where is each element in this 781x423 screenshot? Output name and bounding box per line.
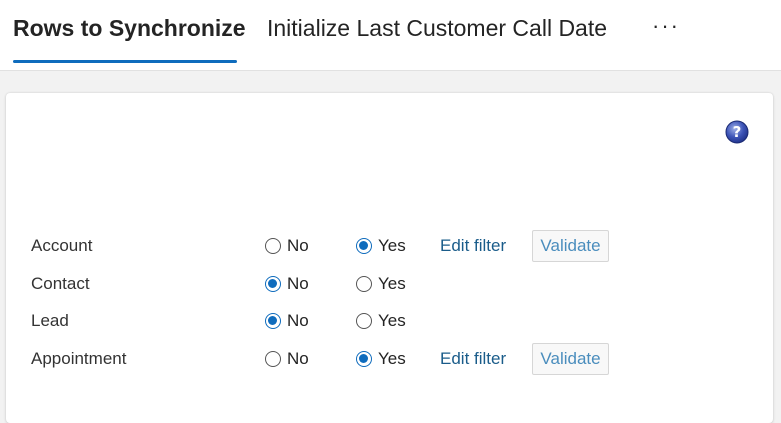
account-validate-button[interactable]: Validate xyxy=(532,230,609,262)
appointment-no-option[interactable]: No xyxy=(265,349,309,369)
account-yes-option[interactable]: Yes xyxy=(356,236,406,256)
appointment-no-label: No xyxy=(287,349,309,368)
appointment-no-radio[interactable] xyxy=(265,351,281,367)
contact-yes-label: Yes xyxy=(378,274,406,293)
contact-yes-option[interactable]: Yes xyxy=(356,274,406,294)
account-yes-radio[interactable] xyxy=(356,238,372,254)
appointment-yes-label: Yes xyxy=(378,349,406,368)
account-no-radio[interactable] xyxy=(265,238,281,254)
row-label-lead: Lead xyxy=(31,311,69,330)
appointment-yes-radio[interactable] xyxy=(356,351,372,367)
account-edit-filter-link[interactable]: Edit filter xyxy=(440,236,506,256)
tab-bar: Rows to Synchronize Initialize Last Cust… xyxy=(0,0,781,71)
appointment-validate-button[interactable]: Validate xyxy=(532,343,609,375)
lead-yes-radio[interactable] xyxy=(356,313,372,329)
row-label-appointment: Appointment xyxy=(31,349,127,368)
contact-no-label: No xyxy=(287,274,309,293)
appointment-yes-option[interactable]: Yes xyxy=(356,349,406,369)
lead-no-option[interactable]: No xyxy=(265,311,309,331)
more-tabs-button[interactable]: ··· xyxy=(646,14,686,44)
contact-no-option[interactable]: No xyxy=(265,274,309,294)
lead-no-label: No xyxy=(287,311,309,330)
contact-yes-radio[interactable] xyxy=(356,276,372,292)
contact-no-radio[interactable] xyxy=(265,276,281,292)
account-no-label: No xyxy=(287,236,309,255)
lead-yes-label: Yes xyxy=(378,311,406,330)
content-card xyxy=(6,93,773,423)
active-tab-indicator xyxy=(13,60,237,63)
lead-no-radio[interactable] xyxy=(265,313,281,329)
help-icon[interactable]: ? xyxy=(725,120,749,144)
svg-text:?: ? xyxy=(733,123,742,141)
row-label-contact: Contact xyxy=(31,274,90,293)
appointment-edit-filter-link[interactable]: Edit filter xyxy=(440,349,506,369)
lead-yes-option[interactable]: Yes xyxy=(356,311,406,331)
row-label-account: Account xyxy=(31,236,93,255)
tab-initialize-last-customer-call-date[interactable]: Initialize Last Customer Call Date xyxy=(267,14,607,42)
tab-rows-to-synchronize[interactable]: Rows to Synchronize xyxy=(13,14,246,42)
account-no-option[interactable]: No xyxy=(265,236,309,256)
account-yes-label: Yes xyxy=(378,236,406,255)
